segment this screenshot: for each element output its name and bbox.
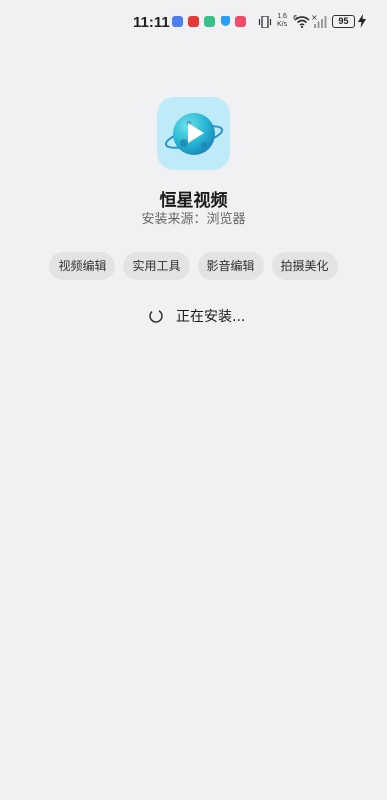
net-speed-unit: K/s [277, 21, 288, 28]
install-status-text: 正在安装... [176, 309, 246, 325]
status-time: 11:11 [133, 14, 170, 31]
tag-video-editing: 视频编辑 [49, 252, 116, 280]
notification-shield-icon [221, 16, 230, 26]
vibrate-icon [258, 16, 272, 28]
tag-photo-beautify: 拍摄美化 [271, 252, 338, 280]
charging-icon [358, 14, 366, 28]
status-bar: 11:11 1.6 K/s 6 × 95 [0, 0, 387, 44]
install-status: 正在安装... [148, 305, 245, 327]
loading-spinner-icon [149, 309, 163, 323]
install-source: 安装来源：浏览器 [141, 212, 246, 227]
battery-icon: 95 [332, 15, 355, 28]
signal-icon [314, 16, 327, 28]
notification-app-icon [172, 16, 183, 27]
wifi-icon [294, 16, 310, 28]
notification-app2-icon [235, 16, 246, 27]
net-speed: 1.6 K/s [277, 13, 287, 29]
tag-utility-tools: 实用工具 [123, 252, 190, 280]
tag-media-editing: 影音编辑 [197, 252, 264, 280]
tag-list: 视频编辑 实用工具 影音编辑 拍摄美化 [0, 252, 387, 280]
notification-mail-icon [188, 16, 199, 27]
planet-play-icon [164, 112, 223, 155]
net-speed-value: 1.6 [277, 13, 287, 20]
app-icon [157, 97, 230, 170]
notification-download-icon [204, 16, 215, 27]
